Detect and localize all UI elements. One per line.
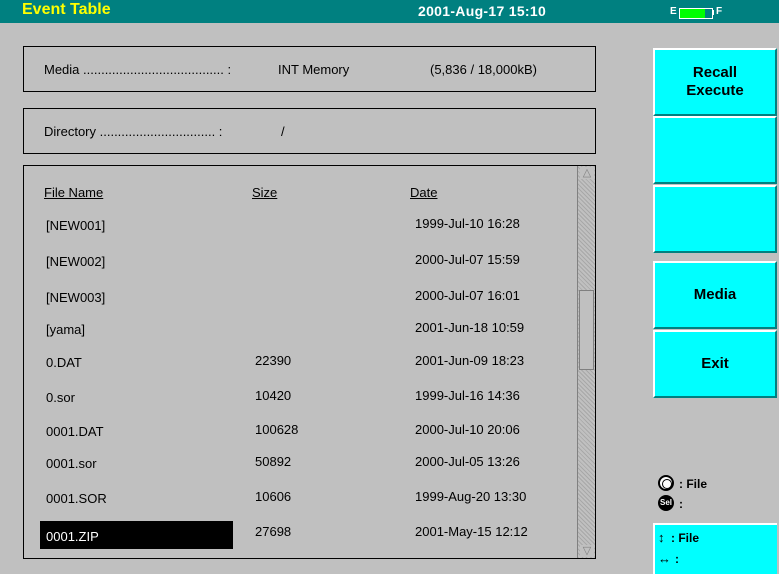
file-row-date: 2000-Jul-07 16:01	[415, 288, 520, 303]
softkey-2[interactable]	[653, 116, 777, 184]
softkey-recall-execute[interactable]: Recall Execute	[653, 48, 777, 116]
battery-terminal	[712, 10, 714, 15]
directory-panel: Directory ..............................…	[23, 108, 596, 154]
datetime-display: 2001-Aug-17 15:10	[418, 3, 547, 19]
media-label: Media ..................................…	[44, 62, 232, 77]
select-key-icon: Sel	[658, 495, 674, 511]
file-row-name[interactable]: [NEW003]	[46, 290, 105, 305]
file-row-size: 50892	[255, 454, 292, 469]
left-right-arrow-icon: ↔	[658, 551, 671, 566]
softkey-label: Recall Execute	[686, 64, 744, 99]
file-row-date: 2000-Jul-07 15:59	[415, 252, 520, 267]
softkey-exit[interactable]: Exit	[653, 330, 777, 398]
column-header-file-name[interactable]: File Name	[44, 185, 103, 200]
directory-value: /	[281, 124, 285, 139]
scroll-down-arrow-icon[interactable]: ▽	[580, 545, 594, 557]
battery-empty-label: E	[670, 6, 677, 17]
file-row-date: 1999-Aug-20 13:30	[415, 489, 527, 504]
battery-level-fill	[680, 9, 705, 18]
file-row-date: 1999-Jul-10 16:28	[415, 216, 520, 231]
file-row-size: 100628	[255, 422, 299, 437]
file-row-name[interactable]: 0001.sor	[46, 456, 97, 471]
column-header-size[interactable]: Size	[252, 185, 277, 200]
file-row-name[interactable]: 0001.ZIP	[46, 529, 99, 544]
file-row-name[interactable]: [NEW002]	[46, 254, 105, 269]
rotary-knob-icon	[658, 475, 674, 491]
file-row-date: 2000-Jul-10 20:06	[415, 422, 520, 437]
directory-label: Directory ..............................…	[44, 124, 223, 139]
file-row-date: 1999-Jul-16 14:36	[415, 388, 520, 403]
battery-full-label: F	[716, 6, 723, 17]
softkey-label: Media	[693, 286, 737, 303]
file-row-name[interactable]: 0.sor	[46, 390, 75, 405]
file-row-date: 2001-Jun-09 18:23	[415, 353, 525, 368]
scrollbar[interactable]: △ ▽	[577, 166, 595, 558]
up-down-arrow-icon: ↕	[658, 530, 665, 545]
leftright-legend-text: :	[675, 552, 679, 566]
scroll-up-arrow-icon[interactable]: △	[580, 167, 594, 179]
file-row-date: 2001-May-15 12:12	[415, 524, 528, 539]
file-row-date: 2000-Jul-05 13:26	[415, 454, 520, 469]
softkey-media[interactable]: Media	[653, 261, 777, 329]
battery-indicator: E F	[670, 6, 770, 19]
file-row-size: 10606	[255, 489, 292, 504]
softkey-label: Exit	[701, 355, 729, 372]
media-usage: (5,836 / 18,000kB)	[430, 62, 537, 77]
file-row-size: 22390	[255, 353, 292, 368]
file-row-name[interactable]: 0.DAT	[46, 355, 82, 370]
title-bar: Event Table 2001-Aug-17 15:10 E F	[0, 0, 779, 23]
file-row-date: 2001-Jun-18 10:59	[415, 320, 525, 335]
select-legend-text: :	[679, 497, 683, 511]
scroll-thumb[interactable]	[579, 290, 594, 370]
window-title: Event Table	[22, 1, 111, 18]
file-row-size: 27698	[255, 524, 292, 539]
file-row-name[interactable]: [yama]	[46, 322, 85, 337]
file-row-size: 10420	[255, 388, 292, 403]
media-value: INT Memory	[278, 62, 350, 77]
file-row-name[interactable]: [NEW001]	[46, 218, 105, 233]
knob-legend-text: : File	[679, 477, 708, 491]
battery-icon	[679, 8, 713, 19]
softkey-3[interactable]	[653, 185, 777, 253]
column-header-date[interactable]: Date	[410, 185, 437, 200]
file-row-name[interactable]: 0001.DAT	[46, 424, 104, 439]
updown-legend-text: : File	[671, 531, 700, 545]
arrow-key-legend: ↕ : File ↔ :	[653, 523, 777, 574]
media-panel: Media ..................................…	[23, 46, 596, 92]
file-row-name[interactable]: 0001.SOR	[46, 491, 107, 506]
